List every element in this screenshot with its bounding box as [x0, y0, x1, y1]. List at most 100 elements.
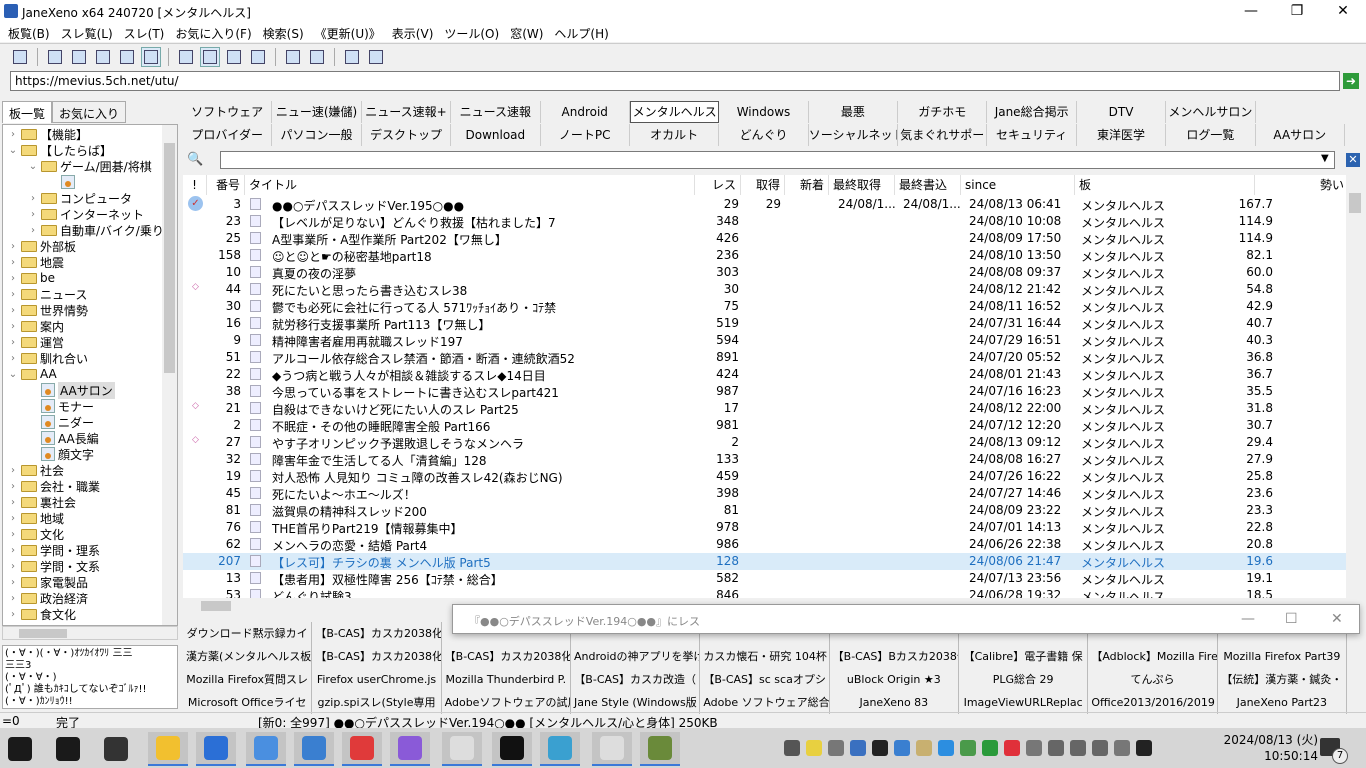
toolbar-button[interactable]	[93, 47, 113, 67]
thread-tab[interactable]: 【B-CAS】カスカ2038化	[442, 645, 571, 668]
expander-icon[interactable]: ⌄	[27, 161, 39, 172]
tree-item[interactable]: AA長編	[27, 430, 99, 446]
thread-tab[interactable]: ダウンロード黙示録カイ	[183, 622, 313, 645]
expander-icon[interactable]: ›	[7, 529, 19, 540]
thread-row[interactable]: 53 どんぐり試験3 846 24/06/28 19:32 メンタルヘルス 18.5	[183, 587, 1346, 598]
expander-icon[interactable]: ›	[7, 561, 19, 572]
taskbar-terminal-icon[interactable]	[492, 732, 532, 766]
expander-icon[interactable]: ›	[7, 577, 19, 588]
thread-row[interactable]: 207 【レス可】チラシの裏 メンヘル版 Part5 128 24/08/06 21:…	[183, 553, 1346, 570]
menu-item[interactable]: 板覧(B)	[4, 22, 57, 42]
thread-tab[interactable]: Androidの神アプリを挙げ	[571, 645, 701, 668]
tree-horizontal-scrollbar[interactable]	[2, 626, 178, 640]
thread-tab[interactable]: カスカ懐石・研究 104杯	[700, 645, 830, 668]
thread-row[interactable]: 23 【レベルが足りない】どんぐり救援【枯れました】7 348 24/08/10 10…	[183, 213, 1346, 230]
menu-item[interactable]: ツール(O)	[440, 22, 506, 42]
thread-tab[interactable]: 【Calibre】電子書籍 保	[959, 645, 1089, 668]
reply-minimize-button[interactable]: —	[1241, 611, 1255, 627]
toolbar-button[interactable]	[307, 47, 327, 67]
expander-icon[interactable]: ›	[7, 321, 19, 332]
tree-item[interactable]: › 家電製品	[7, 574, 88, 590]
taskbar-start-icon[interactable]	[0, 732, 40, 766]
tree-item[interactable]: AAサロン	[27, 381, 115, 399]
thread-tab[interactable]: 【B-CAS】カスカ改造（	[571, 668, 701, 691]
board-tab[interactable]: 気まぐれサポー	[898, 124, 988, 146]
thread-tab[interactable]: Microsoft Officeライセ	[183, 691, 313, 714]
tree-item[interactable]: モナー	[27, 398, 94, 414]
thread-row[interactable]: ◇ 21 自殺はできないけど死にたい人のスレ Part25 17 24/08/12 22…	[183, 400, 1346, 417]
thread-tab[interactable]: 【伝統】漢方薬・鍼灸・	[1218, 668, 1347, 691]
thread-tab[interactable]: Jane Style (Windows版	[571, 691, 701, 714]
thread-tab[interactable]: 【B-CAS】Bカスカ2038化	[830, 645, 959, 668]
tree-item[interactable]: › 裏社会	[7, 494, 76, 510]
column-header[interactable]: 勢い	[1255, 175, 1346, 195]
tree-item[interactable]: › 運営	[7, 334, 64, 350]
thread-row[interactable]: 62 メンヘラの恋愛・結婚 Part4 986 24/06/26 22:38 メンタルヘ…	[183, 536, 1346, 553]
taskbar-janexeno-icon[interactable]	[442, 732, 482, 766]
left-tab[interactable]: 板一覧	[2, 101, 53, 123]
thread-tab[interactable]: JaneXeno Part23	[1218, 691, 1347, 714]
taskbar-notepad-icon[interactable]	[592, 732, 632, 766]
tree-item[interactable]: › 外部板	[7, 238, 76, 254]
expander-icon[interactable]: ›	[7, 257, 19, 268]
thread-row[interactable]: ✓ 3 ●●○デパススレッドVer.195○●● 29 29 24/08/1... 24/0…	[183, 196, 1346, 213]
tray-icon[interactable]	[938, 740, 954, 756]
board-tab[interactable]: ソフトウェア	[183, 101, 273, 123]
thread-tab[interactable]: 【B-CAS】sc scaオプシ	[700, 668, 830, 691]
tree-item[interactable]: ⌄ 【したらば】	[7, 142, 112, 158]
thread-tab[interactable]: Mozilla Thunderbird P.	[442, 668, 571, 691]
thread-row[interactable]: 45 死にたいよ～ホエ～ルズ！ 398 24/07/27 14:46 メンタルヘルス 23…	[183, 485, 1346, 502]
tray-icon[interactable]	[894, 740, 910, 756]
tree-item[interactable]: › インターネット	[27, 206, 144, 222]
thread-row[interactable]: 30 鬱でも必死に会社に行ってる人 571ﾜｯﾁｮｲあり・ｺﾃ禁 75 24/08/1…	[183, 298, 1346, 315]
tree-item[interactable]: ⌄ ゲーム/囲碁/将棋	[27, 158, 152, 174]
menu-item[interactable]: スレ覧(L)	[57, 22, 120, 42]
thread-tab[interactable]: Adobe ソフトウェア総合	[700, 691, 830, 714]
tree-item[interactable]: › 政治経済	[7, 590, 88, 606]
expander-icon[interactable]: ›	[7, 481, 19, 492]
tray-icon[interactable]	[982, 740, 998, 756]
tray-icon[interactable]	[828, 740, 844, 756]
tree-item[interactable]: › 会社・職業	[7, 478, 100, 494]
thread-row[interactable]: 19 対人恐怖 人見知り コミュ障の改善スレ42(森おじNG) 459 24/07/2…	[183, 468, 1346, 485]
expander-icon[interactable]: ›	[7, 337, 19, 348]
thread-row[interactable]: 51 アルコール依存総合スレ禁酒・節酒・断酒・連続飲酒52 891 24/07/20 …	[183, 349, 1346, 366]
tray-icon[interactable]	[850, 740, 866, 756]
tree-item[interactable]: › 文化	[7, 526, 64, 542]
reply-maximize-button[interactable]: ☐	[1285, 611, 1298, 627]
thread-tab[interactable]: Mozilla Firefox質問スレ	[183, 668, 313, 691]
taskbar-app-icon[interactable]	[342, 732, 382, 766]
expander-icon[interactable]: ›	[7, 289, 19, 300]
thread-tab[interactable]: uBlock Origin ★3	[830, 668, 959, 691]
column-header[interactable]: レス	[695, 175, 741, 195]
thread-row[interactable]: 81 滋賀県の精神科スレッド200 81 24/08/09 23:22 メンタルヘルス 2…	[183, 502, 1346, 519]
tray-icon[interactable]	[1004, 740, 1020, 756]
board-tab[interactable]: Windows	[719, 101, 809, 123]
thread-tab[interactable]: てんぷら	[1088, 668, 1218, 691]
maximize-button[interactable]: ❐	[1274, 0, 1320, 22]
tree-item[interactable]: ニダー	[27, 414, 94, 430]
toolbar-button[interactable]	[45, 47, 65, 67]
toolbar-button[interactable]	[176, 47, 196, 67]
taskbar-app-icon[interactable]	[540, 732, 580, 766]
tray-icon[interactable]	[916, 740, 932, 756]
thread-row[interactable]: 158 ☺と☺と☛の秘密基地part18 236 24/08/10 13:50 メンタル…	[183, 247, 1346, 264]
thread-row[interactable]: 10 真夏の夜の淫夢 303 24/08/08 09:37 メンタルヘルス 60.0	[183, 264, 1346, 281]
column-header[interactable]: !	[183, 175, 207, 195]
thread-row[interactable]: ◇ 27 やす子オリンピック予選敗退しそうなメンヘラ 2 24/08/13 09:12 メ…	[183, 434, 1346, 451]
board-tab[interactable]: DTV	[1077, 101, 1167, 123]
column-header[interactable]: 板	[1075, 175, 1255, 195]
tree-item[interactable]: › ニュース	[7, 286, 87, 302]
tree-item[interactable]: › 食文化	[7, 606, 76, 622]
thread-row[interactable]: 25 A型事業所・A型作業所 Part202【ワ無し】 426 24/08/09 17…	[183, 230, 1346, 247]
taskbar-firefox-icon[interactable]	[196, 732, 236, 766]
taskbar-task-view-icon[interactable]	[96, 732, 136, 766]
tree-item[interactable]: › 社会	[7, 462, 64, 478]
tree-item[interactable]: › be	[7, 270, 55, 286]
menu-item[interactable]: スレ(T)	[120, 22, 172, 42]
expander-icon[interactable]: ›	[7, 593, 19, 604]
menu-item[interactable]: 《更新(U)》	[311, 22, 388, 42]
thread-tab[interactable]: Adobeソフトウェアの試用	[442, 691, 571, 714]
search-input[interactable]	[220, 151, 1335, 169]
tray-icon[interactable]	[872, 740, 888, 756]
